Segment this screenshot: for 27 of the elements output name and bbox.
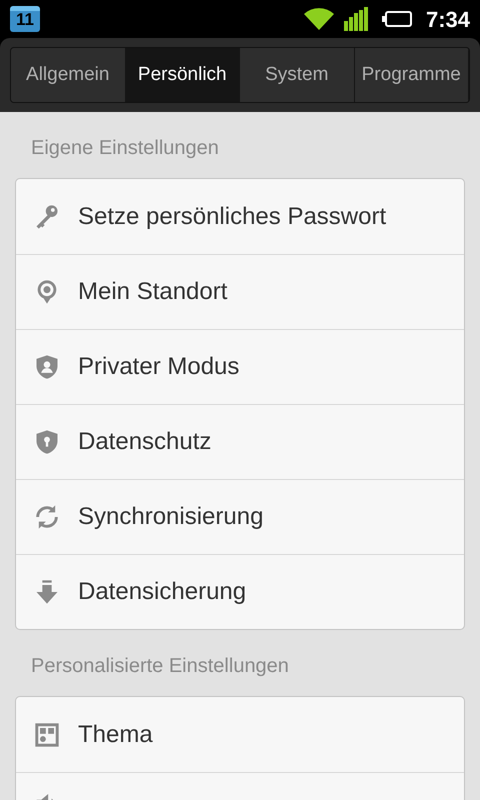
- tab[interactable]: Allgemein: [11, 48, 126, 102]
- tab[interactable]: Programme: [354, 48, 469, 102]
- clock-time: 7:34: [426, 6, 470, 34]
- settings-row[interactable]: Synchronisierung: [16, 479, 464, 554]
- settings-label: Privater Modus: [78, 352, 240, 382]
- settings-row[interactable]: Privater Modus: [16, 329, 464, 404]
- battery-icon: [382, 11, 412, 27]
- settings-row[interactable]: Setze persönliches Passwort: [16, 179, 464, 254]
- settings-label: Synchronisierung: [78, 502, 264, 532]
- settings-label: Thema: [78, 720, 153, 750]
- settings-row[interactable]: Datenschutz: [16, 404, 464, 479]
- tab[interactable]: System: [240, 48, 354, 102]
- settings-label: Datenschutz: [78, 427, 212, 457]
- settings-label: Mein Standort: [78, 277, 228, 307]
- theme-grid-icon: [33, 720, 61, 748]
- settings-row[interactable]: Datensicherung: [16, 554, 464, 629]
- settings-label: Setze persönliches Passwort: [78, 202, 386, 232]
- wifi-icon: [304, 7, 334, 31]
- settings-row[interactable]: Mein Standort: [16, 254, 464, 329]
- settings-label: Datensicherung: [78, 577, 246, 607]
- calendar-notification-icon: 11: [10, 6, 40, 32]
- section-header: Eigene Einstellungen: [30, 136, 220, 161]
- section-header: Personalisierte Einstellungen: [30, 654, 290, 679]
- settings-row[interactable]: Thema: [16, 697, 464, 772]
- signal-icon: [344, 7, 368, 31]
- tab[interactable]: Persönlich: [126, 48, 240, 102]
- sync-icon: [33, 503, 61, 531]
